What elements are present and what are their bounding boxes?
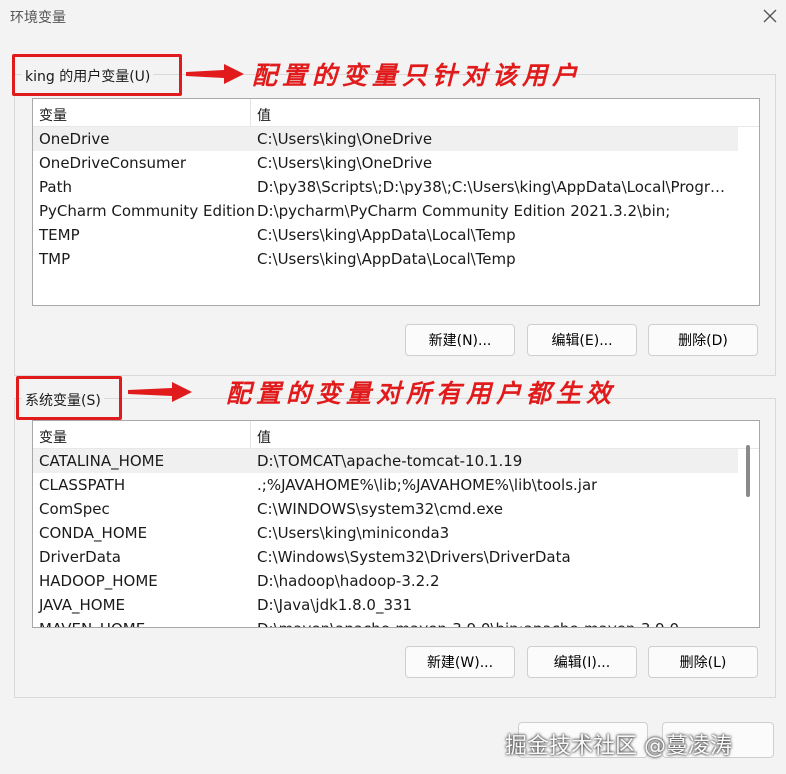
title-bar: 环境变量 [0,0,786,34]
variable-value: C:\Windows\System32\Drivers\DriverData [257,548,571,566]
variable-name: JAVA_HOME [39,596,126,614]
table-row[interactable]: Path D:\py38\Scripts\;D:\py38\;C:\Users\… [33,175,759,199]
vertical-scrollbar[interactable] [746,445,750,497]
close-icon [763,9,777,23]
variable-value: D:\hadoop\hadoop-3.2.2 [257,572,440,590]
column-header-value[interactable]: 值 [257,105,271,125]
column-divider[interactable] [250,99,251,127]
variable-value: D:\py38\Scripts\;D:\py38\;C:\Users\king\… [257,178,732,196]
watermark: 掘金技术社区 @蔓凌涛 [505,734,732,759]
user-label-highlight-box [12,54,182,96]
user-delete-button[interactable]: 删除(D) [648,324,758,356]
variable-value: C:\Users\king\AppData\Local\Temp [257,250,516,268]
variable-value: D:\TOMCAT\apache-tomcat-10.1.19 [257,452,523,470]
user-scope-annotation: 配置的变量只针对该用户 [252,61,583,90]
variable-name: Path [39,178,72,196]
variable-name: CATALINA_HOME [39,452,165,470]
list-header: 变量 值 [33,421,759,449]
table-row[interactable]: HADOOP_HOME D:\hadoop\hadoop-3.2.2 [33,569,759,593]
variable-name: TEMP [39,226,80,244]
variable-name: TMP [39,250,71,268]
system-variables-list[interactable]: 变量 值 CATALINA_HOME D:\TOMCAT\apache-tomc… [32,420,760,628]
table-row[interactable]: PyCharm Community Edition D:\pycharm\PyC… [33,199,759,223]
variable-value: .;%JAVAHOME%\lib;%JAVAHOME%\lib\tools.ja… [257,476,598,494]
system-delete-button[interactable]: 删除(L) [648,646,758,678]
system-new-button[interactable]: 新建(W)... [405,646,515,678]
variable-value: C:\Users\king\AppData\Local\Temp [257,226,516,244]
variable-value: C:\Users\king\miniconda3 [257,524,450,542]
variable-value: D:\Java\jdk1.8.0_331 [257,596,413,614]
window-title: 环境变量 [10,10,66,26]
user-edit-button[interactable]: 编辑(E)... [527,324,637,356]
table-row[interactable]: CATALINA_HOME D:\TOMCAT\apache-tomcat-10… [33,449,738,473]
user-new-button[interactable]: 新建(N)... [405,324,515,356]
system-scope-annotation: 配置的变量对所有用户都生效 [226,379,617,408]
column-header-value[interactable]: 值 [257,427,271,447]
variable-name: OneDriveConsumer [39,154,187,172]
table-row[interactable]: OneDriveConsumer C:\Users\king\OneDrive [33,151,759,175]
list-header: 变量 值 [33,99,759,127]
system-edit-button[interactable]: 编辑(I)... [527,646,637,678]
table-row[interactable]: CLASSPATH .;%JAVAHOME%\lib;%JAVAHOME%\li… [33,473,759,497]
variable-value: C:\WINDOWS\system32\cmd.exe [257,500,503,518]
user-variables-list[interactable]: 变量 值 OneDrive C:\Users\king\OneDrive One… [32,98,760,306]
close-button[interactable] [756,2,784,30]
variable-value: C:\Users\king\OneDrive [257,154,433,172]
variable-value: C:\Users\king\OneDrive [257,130,433,148]
variable-name: OneDrive [39,130,110,148]
column-divider[interactable] [250,421,251,449]
table-row[interactable]: MAVEN_HOME D:\maven\apache-maven-3.9.0\b… [33,617,759,627]
column-header-variable[interactable]: 变量 [39,105,67,125]
variable-name: CONDA_HOME [39,524,148,542]
variable-name: MAVEN_HOME [39,620,145,627]
arrow-right-icon [128,382,192,402]
variable-name: HADOOP_HOME [39,572,158,590]
table-row[interactable]: OneDrive C:\Users\king\OneDrive [33,127,738,151]
variable-name: DriverData [39,548,121,566]
table-row[interactable]: DriverData C:\Windows\System32\Drivers\D… [33,545,759,569]
variable-name: ComSpec [39,500,110,518]
variable-value: D:\maven\apache-maven-3.9.0\bin;apache-m… [257,620,679,627]
variable-name: CLASSPATH [39,476,126,494]
arrow-right-icon [186,64,244,84]
table-row[interactable]: ComSpec C:\WINDOWS\system32\cmd.exe [33,497,759,521]
variable-name: PyCharm Community Edition [39,202,255,220]
table-row[interactable]: CONDA_HOME C:\Users\king\miniconda3 [33,521,759,545]
variable-value: D:\pycharm\PyCharm Community Edition 202… [257,202,671,220]
column-header-variable[interactable]: 变量 [39,427,67,447]
system-label-highlight-box [16,376,122,420]
table-row[interactable]: TMP C:\Users\king\AppData\Local\Temp [33,247,759,271]
table-row[interactable]: TEMP C:\Users\king\AppData\Local\Temp [33,223,759,247]
table-row[interactable]: JAVA_HOME D:\Java\jdk1.8.0_331 [33,593,759,617]
